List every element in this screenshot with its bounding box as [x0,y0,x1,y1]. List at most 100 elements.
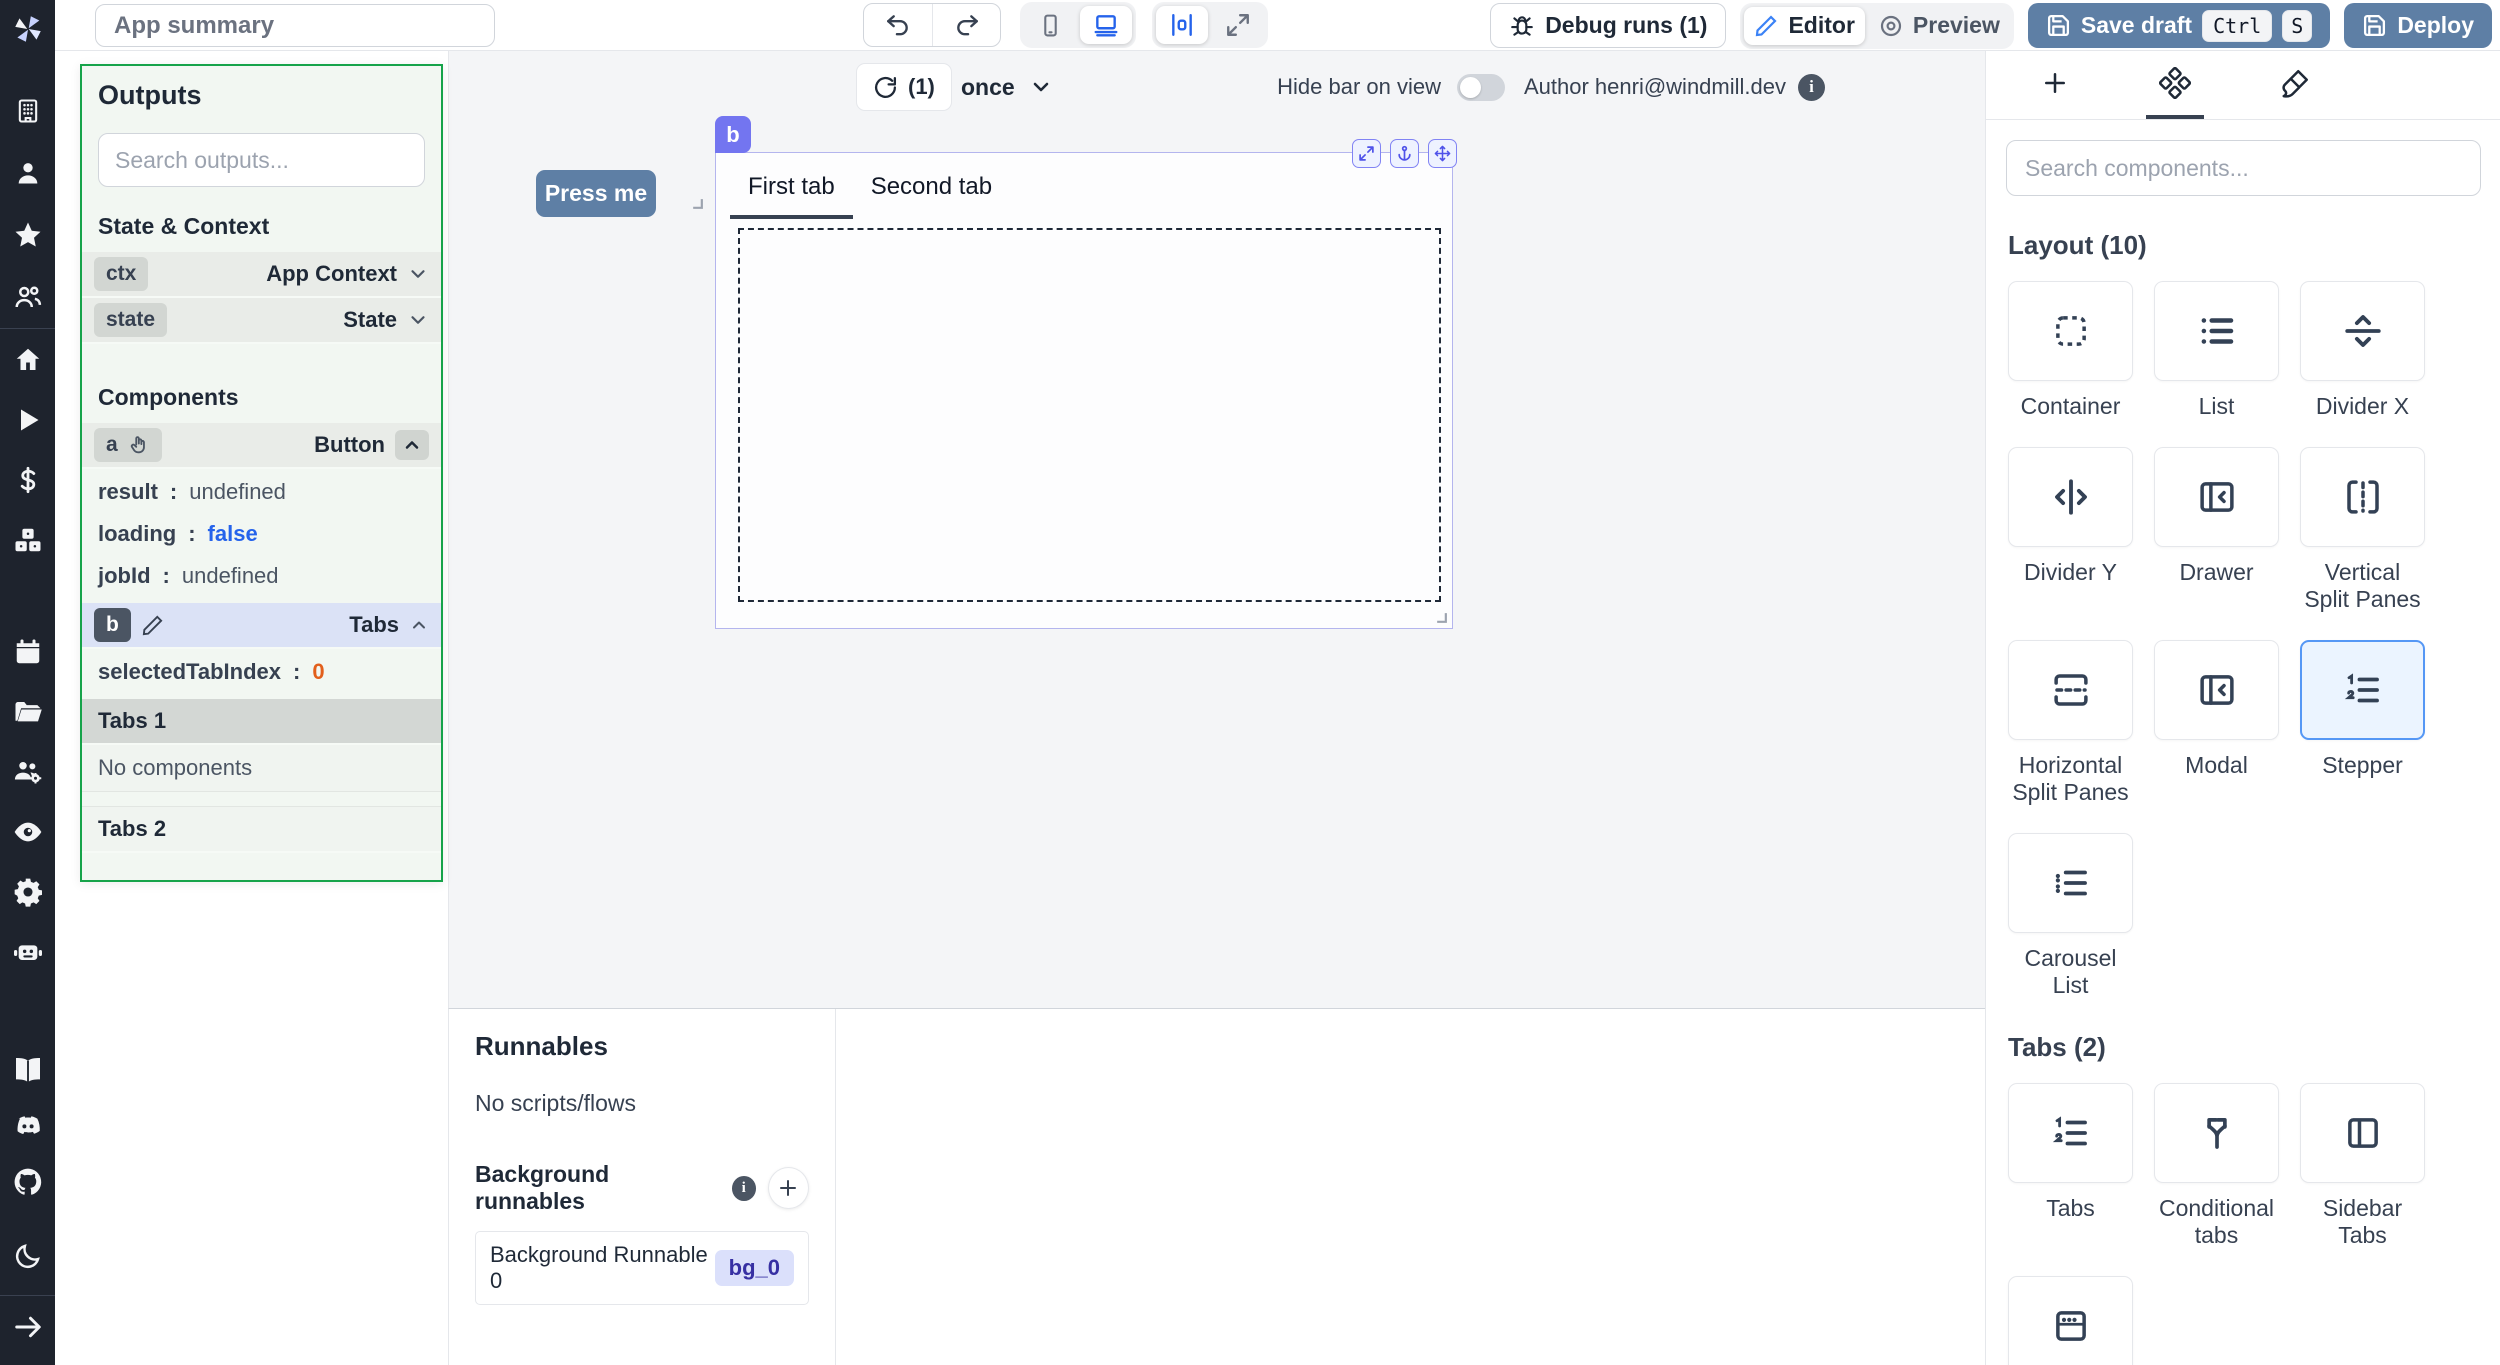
schedules-calendar-icon[interactable] [11,635,45,669]
runs-play-icon[interactable] [11,403,45,437]
save-draft-button[interactable]: Save draft Ctrl S [2027,3,2331,48]
dark-mode-moon-icon[interactable] [11,1239,45,1273]
components-tab[interactable] [2146,51,2204,119]
debug-runs-button[interactable]: Debug runs (1) [1490,3,1727,48]
info-icon[interactable]: i [1798,73,1825,101]
user-icon[interactable] [11,156,45,190]
ctx-id-badge: ctx [94,257,149,291]
sidebar-tabs-card[interactable] [2300,1083,2425,1184]
tabs-cards: Tabs Conditional tabs Sidebar Tabs [2008,1083,2500,1365]
center-align-button[interactable] [1156,6,1208,44]
ctx-type-label: App Context [266,261,397,286]
tabs-component[interactable]: b First tab Second tab [715,116,1457,629]
resize-handle-icon[interactable] [691,197,704,210]
divider-x-icon [2344,315,2381,347]
author-label: Author henri@windmill.dev [1523,74,1786,99]
horizontal-split-panes-card[interactable] [2008,640,2133,741]
stepper-card[interactable] [2300,640,2425,741]
folders-icon[interactable] [11,695,45,729]
settings-gear-icon[interactable] [11,875,45,909]
move-component-button[interactable] [1428,139,1457,168]
runnables-section: Runnables No scripts/flows Background ru… [449,1009,836,1365]
resize-handle-icon[interactable] [1435,611,1448,624]
workspace-building-icon[interactable] [11,94,45,128]
fullwidth-button[interactable] [1212,6,1264,44]
github-icon[interactable] [11,1165,45,1199]
tabs-card[interactable] [2008,1083,2133,1184]
desktop-view-button[interactable] [1080,6,1132,44]
assistant-robot-icon[interactable] [11,935,45,969]
audit-eye-icon[interactable] [11,815,45,849]
app-summary-input[interactable] [95,4,495,47]
drawer-card[interactable] [2154,447,2279,548]
windmill-logo[interactable] [11,12,45,46]
edit-pencil-icon[interactable] [141,614,164,637]
prop-row: result : undefined [98,479,286,504]
insert-tab[interactable] [2026,51,2084,119]
styling-tab[interactable] [2266,51,2324,119]
tabs2-header[interactable]: Tabs 2 [82,806,441,853]
carousel-list-card[interactable] [2008,833,2133,934]
kbd-s: S [2282,9,2313,42]
list-card[interactable] [2154,281,2279,381]
tab-first[interactable]: First tab [730,165,853,219]
redo-button[interactable] [932,4,1000,46]
collapse-a-button[interactable] [395,430,429,460]
preview-circle-icon [1880,15,1902,36]
resources-cubes-icon[interactable] [11,523,45,557]
variables-dollar-icon[interactable] [11,463,45,497]
hide-bar-toggle[interactable] [1457,73,1505,101]
tabs1-header[interactable]: Tabs 1 [82,699,441,745]
ctx-row[interactable]: ctx App Context [82,252,441,298]
add-background-runnable-button[interactable] [767,1167,809,1209]
empty-drop-zone[interactable] [738,228,1441,602]
divider-y-card[interactable] [2008,447,2133,548]
tabs-header: First tab Second tab [716,153,1452,219]
pencil-icon [1756,14,1778,36]
mobile-view-button[interactable] [1024,6,1076,44]
tab-second[interactable]: Second tab [853,165,1010,219]
home-icon[interactable] [11,343,45,377]
groups-icon[interactable] [11,280,45,314]
save-icon [2047,14,2069,37]
vertical-split-panes-card[interactable] [2300,447,2425,548]
component-id-badge[interactable]: b [715,116,751,153]
panel-tabs [1986,51,2500,120]
press-me-button[interactable]: Press me [536,170,656,217]
state-row[interactable]: state State [82,298,441,344]
schedule-mode-dropdown[interactable]: once [961,63,1053,111]
workers-users-gear-icon[interactable] [11,755,45,789]
invisible-tabs-card[interactable] [2008,1275,2133,1365]
modal-icon [2199,675,2234,706]
outputs-search-input[interactable] [98,133,425,187]
discord-icon[interactable] [11,1109,45,1143]
info-icon[interactable]: i [731,1175,756,1201]
container-card[interactable] [2008,281,2133,381]
collapse-arrow-icon[interactable] [11,1310,45,1344]
refresh-button[interactable]: (1) [856,63,952,111]
bottom-panel: Runnables No scripts/flows Background ru… [448,1008,1985,1365]
component-a-type: Button [314,432,385,457]
chevron-down-icon [411,270,425,278]
preview-tab[interactable]: Preview [1869,7,2010,45]
anchor-component-button[interactable] [1390,139,1419,168]
app-canvas[interactable]: (1) once Hide bar on view Author henri@w… [448,51,1985,1008]
undo-button[interactable] [864,4,932,46]
background-runnable-item[interactable]: Background Runnable 0 bg_0 [475,1231,809,1305]
save-icon [2364,14,2386,37]
editor-tab[interactable]: Editor [1744,6,1865,45]
plus-icon [2045,73,2065,93]
modal-card[interactable] [2154,640,2279,741]
conditional-tabs-card[interactable] [2154,1083,2279,1184]
docs-book-icon[interactable] [11,1053,45,1087]
deploy-button[interactable]: Deploy [2344,3,2492,48]
components-search-input[interactable] [2006,140,2481,196]
expand-icon [1359,146,1374,161]
favorites-star-icon[interactable] [11,218,45,252]
component-b-row[interactable]: b Tabs [82,603,441,649]
state-type-label: State [343,307,397,332]
divider-x-card[interactable] [2300,281,2425,381]
expand-component-button[interactable] [1352,139,1381,168]
component-a-row[interactable]: a Button [82,423,441,469]
chevron-up-icon [413,621,425,629]
